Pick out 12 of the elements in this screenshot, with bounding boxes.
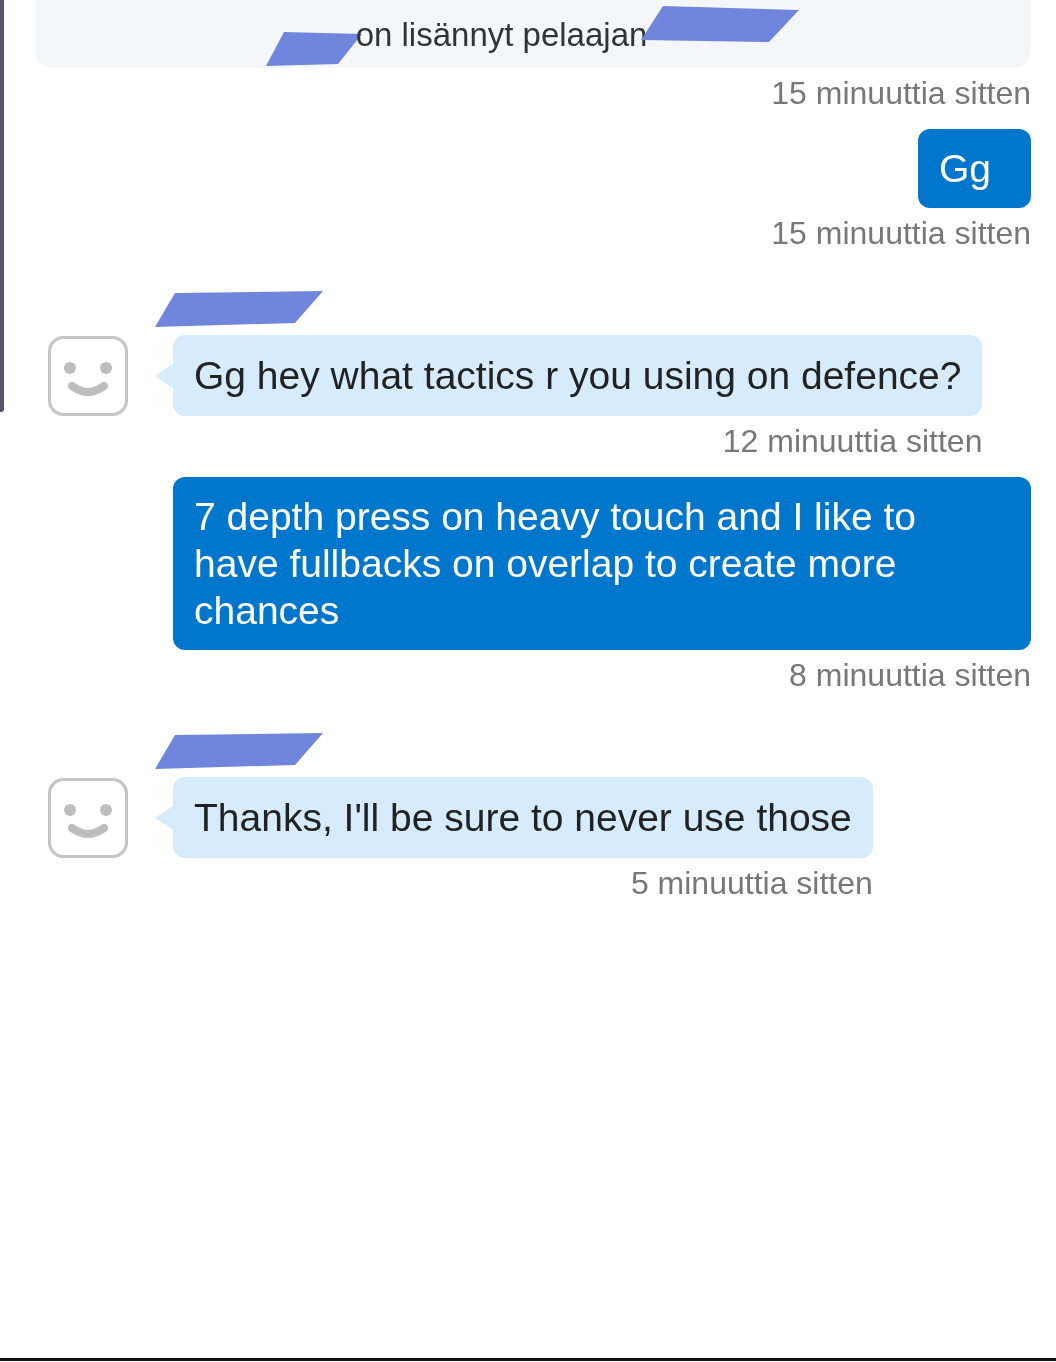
message-timestamp: 8 minuuttia sitten xyxy=(789,657,1031,693)
message-timestamp: 12 minuuttia sitten xyxy=(722,423,983,459)
smiley-avatar-icon xyxy=(48,335,128,416)
smiley-avatar-icon xyxy=(48,777,128,858)
message-timestamp: 15 minuuttia sitten xyxy=(771,215,1031,251)
message-bubble: 7 depth press on heavy touch and I like to have fullbacks on overlap to create more chances xyxy=(173,477,1031,650)
bubble-tail-icon xyxy=(155,805,173,830)
message-bubble: Gg xyxy=(917,129,1031,208)
message-timestamp: 5 minuuttia sitten xyxy=(630,865,873,901)
bubble-tail-icon xyxy=(155,363,173,388)
message-timestamp: 15 minuuttia sitten xyxy=(771,75,1031,111)
system-notice: on lisännyt pelaajan xyxy=(35,0,1030,68)
